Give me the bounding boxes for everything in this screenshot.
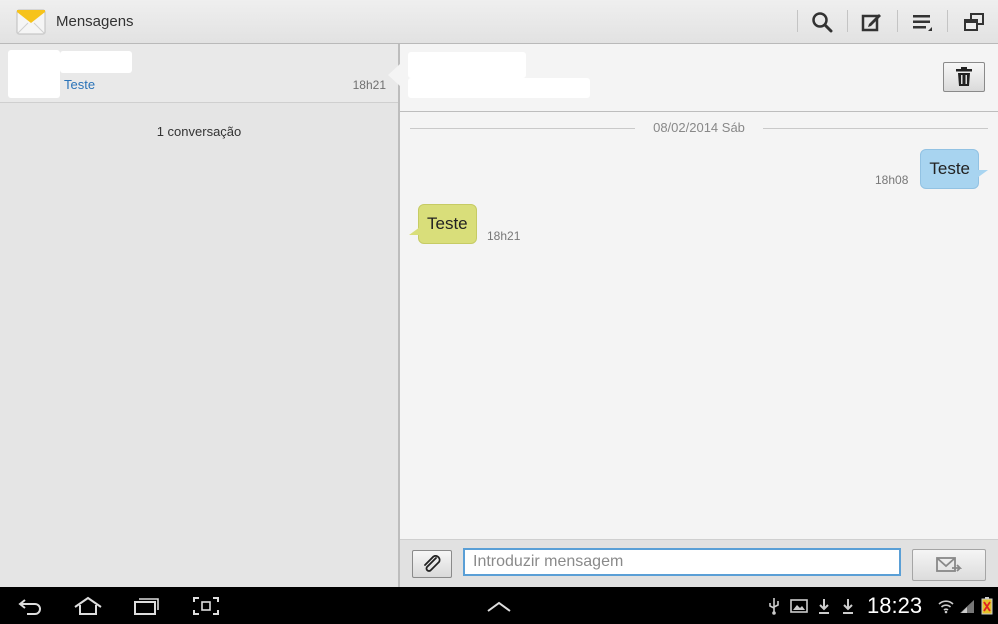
toolbar-separator: [947, 10, 948, 32]
toolbar-separator: [897, 10, 898, 32]
download-icon: [839, 596, 857, 616]
message-text: Teste: [427, 214, 468, 233]
battery-icon: [978, 596, 996, 616]
multiwindow-button[interactable]: [957, 6, 991, 38]
outgoing-message-bubble[interactable]: Teste: [920, 149, 988, 189]
message-thread: 08/02/2014 Sáb Teste 18h08 Teste 18h21: [400, 44, 998, 588]
message-input[interactable]: [463, 548, 901, 576]
message-time: 18h21: [487, 229, 521, 243]
date-separator-text: 08/02/2014 Sáb: [647, 120, 751, 135]
screenshot-button[interactable]: [188, 591, 224, 621]
home-icon: [74, 596, 102, 615]
recent-apps-icon: [134, 598, 159, 615]
search-button[interactable]: [805, 6, 839, 38]
date-separator: 08/02/2014 Sáb: [410, 120, 988, 136]
compose-button[interactable]: [855, 6, 889, 38]
toolbar-separator: [847, 10, 848, 32]
composer-bar: [400, 539, 998, 588]
messages-app: Mensagens Teste 18h21 1 conversação 08/0…: [0, 0, 998, 588]
selection-pointer: [388, 64, 400, 86]
system-bar: 18:23: [0, 587, 998, 624]
conversation-snippet: Teste: [64, 77, 96, 92]
recent-apps-button[interactable]: [128, 591, 164, 621]
delete-button[interactable]: [943, 62, 985, 92]
message-text: Teste: [929, 159, 970, 178]
conversation-time: 18h21: [352, 78, 386, 92]
contact-name: [60, 51, 132, 73]
usb-icon: [765, 596, 783, 616]
thread-contact-number: [408, 78, 590, 98]
back-button[interactable]: [12, 591, 48, 621]
wifi-icon: [937, 596, 955, 616]
attach-button[interactable]: [412, 550, 452, 578]
menu-icon: [913, 15, 932, 31]
conversation-list: Teste 18h21 1 conversação: [0, 44, 398, 587]
message-time: 18h08: [875, 173, 909, 187]
send-button[interactable]: [912, 549, 986, 581]
signal-icon: [958, 596, 976, 616]
mini-apps-button[interactable]: [481, 591, 517, 621]
home-button[interactable]: [70, 591, 106, 621]
menu-button[interactable]: [905, 6, 939, 38]
trash-icon: [956, 67, 972, 86]
chevron-up-icon: [487, 601, 511, 612]
thread-contact-name: [408, 52, 526, 78]
thread-header: [400, 44, 998, 112]
app-title: Mensagens: [56, 13, 134, 30]
send-icon: [936, 557, 962, 572]
action-bar: Mensagens: [0, 0, 998, 44]
image-notification-icon: [790, 596, 808, 616]
toolbar-separator: [797, 10, 798, 32]
status-clock: 18:23: [867, 593, 923, 618]
download-icon: [815, 596, 833, 616]
conversation-count: 1 conversação: [156, 124, 242, 139]
envelope-icon[interactable]: [16, 8, 46, 36]
back-icon: [18, 599, 41, 615]
windows-icon: [964, 13, 984, 31]
paperclip-icon: [424, 555, 441, 572]
conversation-item[interactable]: Teste 18h21: [0, 44, 398, 103]
incoming-message-bubble[interactable]: Teste: [409, 204, 477, 244]
search-icon: [812, 12, 833, 33]
screenshot-icon: [193, 597, 219, 615]
compose-icon: [861, 14, 881, 32]
contact-avatar: [8, 50, 60, 98]
